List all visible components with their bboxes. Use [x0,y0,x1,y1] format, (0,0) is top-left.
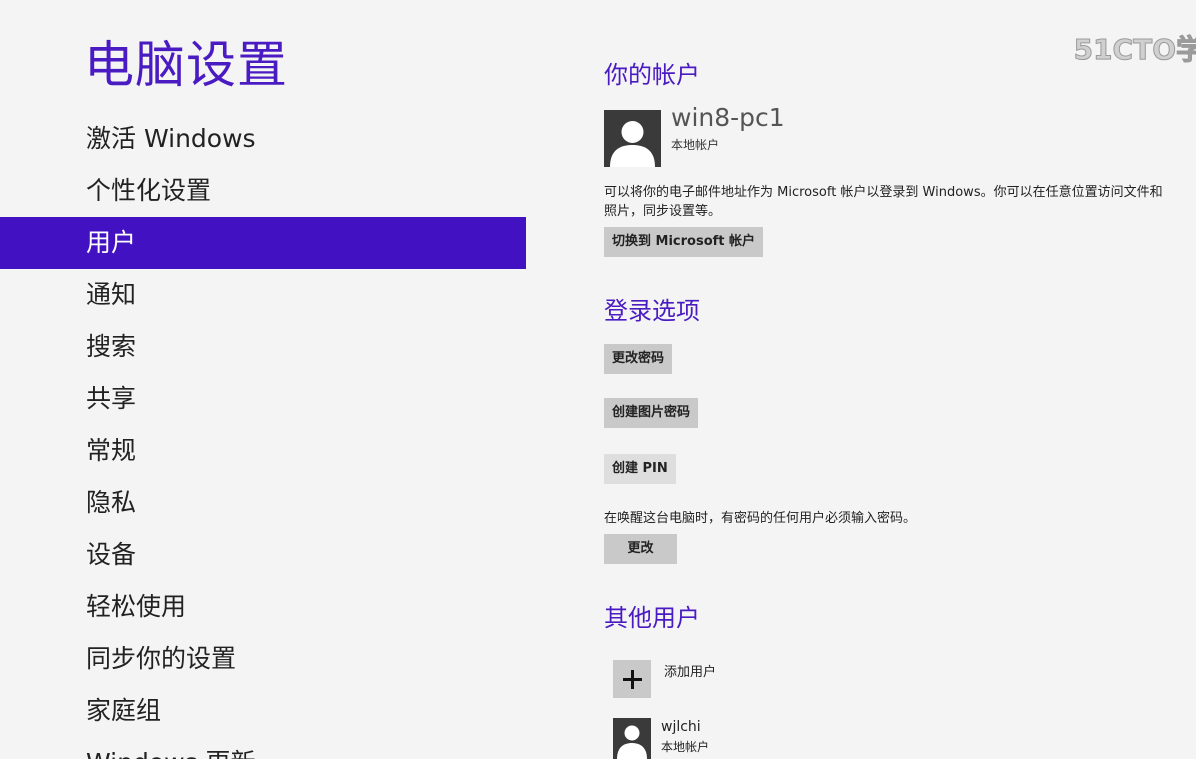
change-button[interactable]: 更改 [604,534,677,564]
left-pane: 电脑设置 激活 Windows 个性化设置 用户 通知 搜索 共享 常规 隐私 … [0,0,526,759]
account-description: 可以将你的电子邮件地址作为 Microsoft 帐户以登录到 Windows。你… [604,185,1163,219]
plus-icon [623,670,642,689]
change-password-button[interactable]: 更改密码 [604,344,673,374]
nav-item-personalize[interactable]: 个性化设置 [0,165,526,217]
other-user-type: 本地帐户 [661,740,710,754]
create-pin-button[interactable]: 创建 PIN [604,454,676,484]
nav-item-homegroup[interactable]: 家庭组 [0,685,526,737]
account-type: 本地帐户 [671,138,720,152]
nav-item-sync-settings[interactable]: 同步你的设置 [0,633,526,685]
account-name: win8-pc1 [671,103,785,132]
signin-options-heading: 登录选项 [604,297,700,325]
nav-item-windows-update[interactable]: Windows 更新 [0,737,526,759]
nav-item-notifications[interactable]: 通知 [0,269,526,321]
add-user-label[interactable]: 添加用户 [664,661,716,680]
add-user-button[interactable] [613,660,651,698]
nav-item-ease-of-access[interactable]: 轻松使用 [0,581,526,633]
your-account-heading: 你的帐户 [604,61,700,89]
other-user-name[interactable]: wjlchi [661,719,701,735]
nav-item-general[interactable]: 常规 [0,425,526,477]
nav-item-search[interactable]: 搜索 [0,321,526,373]
watermark-logo: 51CTO学 [1073,33,1196,67]
nav-item-privacy[interactable]: 隐私 [0,477,526,529]
nav-item-devices[interactable]: 设备 [0,529,526,581]
settings-nav: 激活 Windows 个性化设置 用户 通知 搜索 共享 常规 隐私 设备 轻松… [0,113,526,759]
switch-to-microsoft-account-button[interactable]: 切换到 Microsoft 帐户 [604,227,764,257]
user-avatar-icon[interactable] [613,718,651,759]
wake-password-text: 在唤醒这台电脑时，有密码的任何用户必须输入密码。 [604,511,917,526]
other-users-heading: 其他用户 [604,604,700,632]
nav-item-share[interactable]: 共享 [0,373,526,425]
content-pane: 你的帐户 win8-pc1 本地帐户 可以将你的电子邮件地址作为 Microso… [604,0,1194,759]
nav-item-users[interactable]: 用户 [0,217,526,269]
nav-item-activate-windows[interactable]: 激活 Windows [0,113,526,165]
page-title: 电脑设置 [84,36,288,94]
create-picture-password-button[interactable]: 创建图片密码 [604,398,699,428]
user-avatar-icon [604,110,661,167]
pc-settings-window: 电脑设置 激活 Windows 个性化设置 用户 通知 搜索 共享 常规 隐私 … [0,0,1196,759]
